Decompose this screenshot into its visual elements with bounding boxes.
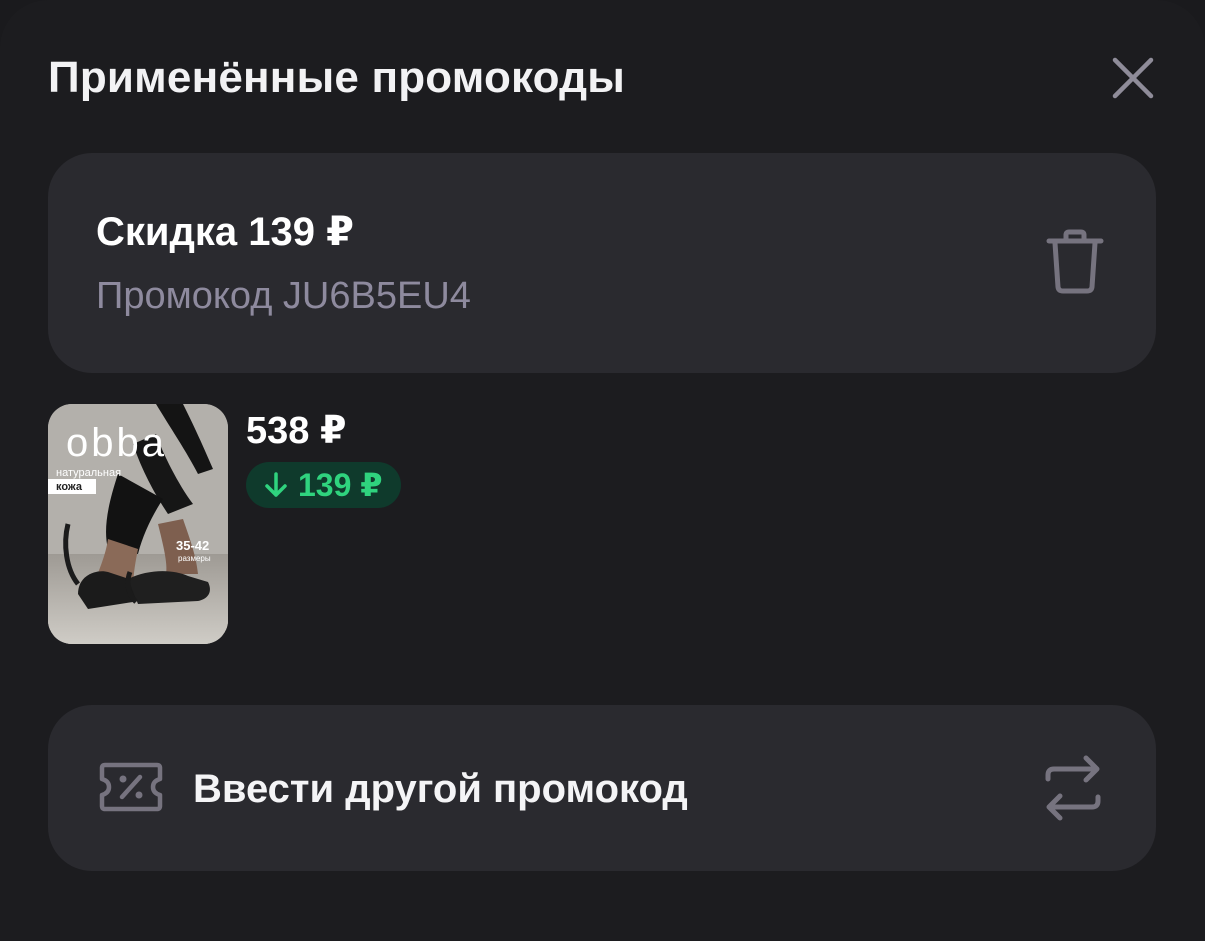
close-icon bbox=[1112, 57, 1154, 99]
promo-code: Промокод JU6B5EU4 bbox=[96, 275, 471, 317]
image-tag-1: натуральная bbox=[56, 467, 121, 479]
swap-arrows-icon bbox=[1045, 755, 1101, 821]
applied-promo-card: Скидка 139 ₽ Промокод JU6B5EU4 bbox=[48, 153, 1156, 373]
promo-info: Скидка 139 ₽ Промокод JU6B5EU4 bbox=[96, 209, 471, 318]
image-sizes-label: размеры bbox=[178, 554, 211, 563]
arrow-down-icon bbox=[265, 472, 287, 497]
product-image[interactable]: obba натуральная кожа 35-42 размеры bbox=[48, 404, 228, 644]
brand-logo: obba bbox=[66, 421, 167, 465]
enter-other-promo-button[interactable]: Ввести другой промокод bbox=[48, 705, 1156, 871]
product-discount-badge: 139 ₽ bbox=[246, 462, 401, 508]
product-price: 538 ₽ bbox=[246, 410, 347, 452]
product-row: obba натуральная кожа 35-42 размеры 538 … bbox=[48, 404, 948, 644]
trash-icon bbox=[1046, 229, 1104, 294]
delete-promo-button[interactable] bbox=[1044, 227, 1106, 297]
ticket-percent-icon bbox=[99, 762, 163, 812]
enter-other-promo-label: Ввести другой промокод bbox=[193, 767, 688, 811]
sheet-header: Применённые промокоды bbox=[48, 48, 1157, 108]
promo-discount: Скидка 139 ₽ bbox=[96, 210, 354, 254]
promocodes-sheet: Применённые промокоды Скидка 139 ₽ Промо… bbox=[0, 0, 1205, 941]
image-sizes: 35-42 bbox=[176, 538, 209, 553]
image-tag-2: кожа bbox=[56, 481, 83, 493]
sheet-title: Применённые промокоды bbox=[48, 53, 626, 102]
close-button[interactable] bbox=[1103, 48, 1163, 108]
product-discount-value: 139 ₽ bbox=[298, 467, 383, 503]
sandal-photo: obba натуральная кожа 35-42 размеры bbox=[48, 404, 228, 644]
